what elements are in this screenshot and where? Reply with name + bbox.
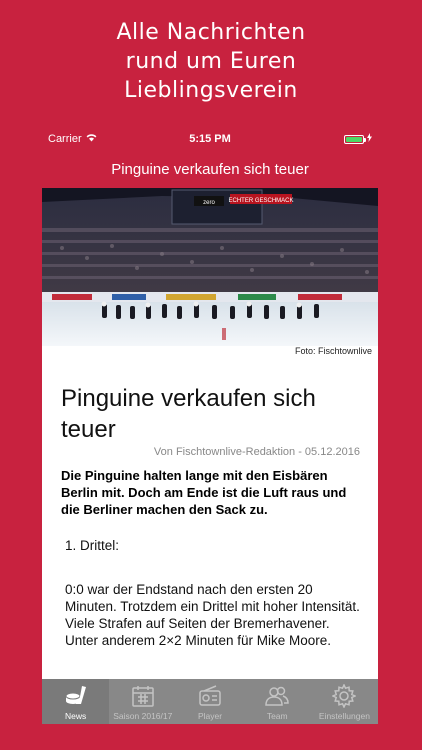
nav-title: Pinguine verkaufen sich teuer <box>111 160 309 178</box>
tab-player-label: Player <box>197 711 223 721</box>
tab-settings-label: Einstellungen <box>318 711 370 721</box>
hero-photo: ECHTER GESCHMACK zero <box>42 188 378 346</box>
tab-news-label: News <box>64 711 87 721</box>
article-byline: Von Fischtownlive-Redaktion - 05.12.2016 <box>153 446 360 458</box>
gear-icon <box>332 684 357 708</box>
tab-season-label: Saison 2016/17 <box>113 711 173 721</box>
tab-team-label: Team <box>266 711 288 721</box>
carrier-label: Carrier <box>48 133 82 145</box>
tab-settings[interactable]: Einstellungen <box>311 679 378 724</box>
promo-line-3: Lieblingsverein <box>124 78 298 103</box>
radio-icon <box>198 684 222 708</box>
promo-headline: Alle Nachrichten rund um Euren Lieblings… <box>0 18 422 105</box>
status-left: Carrier <box>48 133 97 145</box>
phone-screen: 5:15 PM Carrier Pinguine verkaufen sich … <box>42 128 378 724</box>
jumbotron-banner: ECHTER GESCHMACK <box>228 198 293 204</box>
battery-fill <box>346 136 362 142</box>
promo-line-2: rund um Euren <box>125 49 297 74</box>
status-right <box>344 133 372 145</box>
article-body: 0:0 war der Endstand nach den ersten 20 … <box>65 582 360 648</box>
tab-season[interactable]: Saison 2016/17 <box>109 679 176 724</box>
wifi-icon <box>86 133 97 145</box>
promo-line-1: Alle Nachrichten <box>116 20 306 45</box>
tab-news[interactable]: News <box>42 679 110 724</box>
article-section-heading: 1. Drittel: <box>65 538 120 553</box>
tab-bar: News Saison 2016/17 Player Team Einstell… <box>42 679 378 724</box>
article-lead: Die Pinguine halten lange mit den Eisbär… <box>61 468 347 517</box>
article-title: Pinguine verkaufen sich teuer <box>61 385 316 443</box>
tab-team[interactable]: Team <box>244 679 311 724</box>
hockey-icon <box>64 684 88 708</box>
arena-photo-graphic: ECHTER GESCHMACK zero <box>42 188 378 346</box>
photo-caption: Foto: Fischtownlive <box>294 346 372 356</box>
battery-icon <box>344 134 366 144</box>
calendar-icon <box>131 684 155 708</box>
status-bar: 5:15 PM Carrier <box>42 128 378 150</box>
jumbotron-brand: zero <box>203 200 215 206</box>
charging-icon <box>367 133 372 145</box>
nav-bar: Pinguine verkaufen sich teuer <box>42 150 378 188</box>
team-icon <box>265 684 289 708</box>
tab-player[interactable]: Player <box>176 679 243 724</box>
